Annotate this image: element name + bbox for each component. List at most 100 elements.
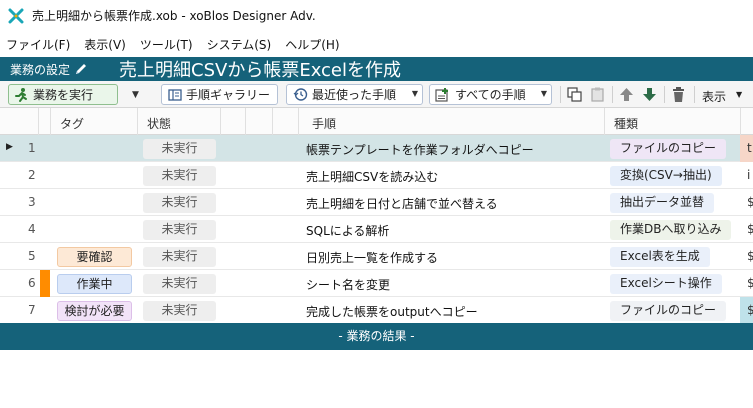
status-badge: 未実行 — [143, 301, 216, 321]
toolbar-divider — [694, 86, 695, 103]
row-number: 7 — [28, 303, 36, 317]
run-business-button[interactable]: 業務を実行 — [8, 84, 118, 105]
move-down-icon[interactable] — [641, 86, 658, 103]
tag-badge: 作業中 — [57, 274, 132, 294]
column-header-step[interactable]: 手順 — [312, 115, 336, 132]
menu-view[interactable]: 表示(V) — [77, 36, 133, 53]
steps-grid: タグ 状態 手順 種類 ▶ 1 未実行 帳票テンプレートを作業フォルダへコピー … — [0, 108, 753, 324]
table-row[interactable]: 6 作業中 未実行 シート名を変更 Excelシート操作 $ — [0, 270, 753, 297]
column-divider — [38, 108, 39, 135]
column-divider — [272, 108, 273, 135]
status-badge: 未実行 — [143, 166, 216, 186]
status-badge: 未実行 — [143, 220, 216, 240]
step-name: 売上明細CSVを読み込む — [306, 170, 439, 184]
menu-bar: ファイル(F) 表示(V) ツール(T) システム(S) ヘルプ(H) — [0, 33, 753, 55]
row-extra-cell: i — [747, 168, 751, 182]
run-business-label: 業務を実行 — [33, 88, 94, 102]
step-kind: 変換(CSV→抽出) — [610, 166, 722, 186]
step-name: 完成した帳票をoutputへコピー — [306, 305, 478, 319]
gallery-icon — [168, 88, 182, 101]
step-kind: 抽出データ並替 — [610, 193, 715, 213]
step-kind: ファイルのコピー — [610, 139, 727, 159]
running-person-icon — [15, 87, 27, 102]
table-row[interactable]: 5 要確認 未実行 日別売上一覧を作成する Excel表を生成 $ — [0, 243, 753, 270]
chevron-down-icon[interactable]: ▼ — [736, 90, 742, 99]
row-selector-icon: ▶ — [6, 142, 13, 152]
column-header-status[interactable]: 状態 — [147, 115, 171, 132]
row-number: 1 — [28, 141, 36, 155]
business-settings-button[interactable]: 業務の設定 — [10, 61, 89, 78]
business-settings-label: 業務の設定 — [10, 62, 71, 77]
menu-tools[interactable]: ツール(T) — [133, 36, 200, 53]
step-name: 帳票テンプレートを作業フォルダへコピー — [306, 143, 534, 157]
add-step-icon — [435, 87, 448, 102]
column-divider — [604, 108, 605, 135]
step-kind: ファイルのコピー — [610, 301, 727, 321]
row-extra-cell: $ — [747, 222, 753, 236]
app-logo-icon — [8, 8, 24, 23]
row-extra-cell: $ — [747, 249, 753, 263]
chevron-down-icon: ▼ — [411, 89, 418, 98]
copy-icon[interactable] — [566, 86, 583, 103]
step-gallery-button[interactable]: 手順ギャラリー — [161, 84, 278, 105]
title-bar: 売上明細から帳票作成.xob - xoBlos Designer Adv. — [0, 0, 753, 31]
status-badge: 未実行 — [143, 274, 216, 294]
table-row[interactable]: 2 未実行 売上明細CSVを読み込む 変換(CSV→抽出) i — [0, 162, 753, 189]
toolbar-divider — [612, 86, 613, 103]
grid-header: タグ 状態 手順 種類 — [0, 108, 753, 135]
row-extra-cell: $ — [747, 276, 753, 290]
column-divider — [298, 108, 299, 135]
step-kind: Excelシート操作 — [610, 274, 722, 294]
table-row[interactable]: 4 未実行 SQLによる解析 作業DBへ取り込み $ — [0, 216, 753, 243]
row-number: 5 — [28, 249, 36, 263]
step-name: SQLによる解析 — [306, 224, 390, 238]
table-row[interactable]: 3 未実行 売上明細を日付と店舗で並べ替える 抽出データ並替 $ — [0, 189, 753, 216]
delete-icon[interactable] — [670, 86, 687, 103]
step-kind: 作業DBへ取り込み — [610, 220, 732, 240]
pencil-icon — [76, 64, 87, 74]
column-divider — [137, 108, 138, 135]
row-extra-cell: $ — [747, 195, 753, 209]
move-up-icon[interactable] — [618, 86, 635, 103]
run-dropdown-arrow[interactable]: ▼ — [132, 90, 139, 100]
row-number: 3 — [28, 195, 36, 209]
table-row[interactable]: ▶ 1 未実行 帳票テンプレートを作業フォルダへコピー ファイルのコピー t — [0, 135, 753, 162]
row-number: 2 — [28, 168, 36, 182]
row-marker — [40, 270, 50, 297]
history-icon — [293, 88, 308, 101]
chevron-down-icon: ▼ — [540, 89, 547, 98]
status-badge: 未実行 — [143, 193, 216, 213]
column-divider — [50, 108, 51, 135]
row-extra-cell: $ — [740, 297, 753, 324]
table-row[interactable]: 7 検討が必要 未実行 完成した帳票をoutputへコピー ファイルのコピー $ — [0, 297, 753, 324]
column-header-kind[interactable]: 種類 — [614, 115, 638, 132]
column-header-tag[interactable]: タグ — [60, 115, 84, 132]
display-menu[interactable]: 表示 — [702, 88, 726, 105]
toolbar-divider — [664, 86, 665, 103]
menu-system[interactable]: システム(S) — [200, 36, 279, 53]
step-kind: Excel表を生成 — [610, 247, 710, 267]
menu-help[interactable]: ヘルプ(H) — [278, 36, 346, 53]
menu-file[interactable]: ファイル(F) — [0, 36, 77, 53]
paste-icon[interactable] — [589, 86, 606, 103]
row-number: 6 — [28, 276, 36, 290]
recent-steps-label: 最近使った手順 — [312, 88, 397, 102]
step-name: 売上明細を日付と店舗で並べ替える — [306, 197, 498, 211]
business-result-header[interactable]: - 業務の結果 - — [0, 323, 753, 350]
header-band: 業務の設定 売上明細CSVから帳票Excelを作成 — [0, 57, 753, 81]
recent-steps-dropdown[interactable]: 最近使った手順 ▼ — [286, 84, 423, 105]
step-gallery-label: 手順ギャラリー — [186, 88, 271, 102]
column-divider — [245, 108, 246, 135]
status-badge: 未実行 — [143, 139, 216, 159]
all-steps-dropdown[interactable]: すべての手順 ▼ — [429, 84, 552, 105]
page-title: 売上明細CSVから帳票Excelを作成 — [119, 60, 402, 81]
column-divider — [220, 108, 221, 135]
toolbar: 業務を実行 ▼ 手順ギャラリー 最近使った手順 ▼ すべての手順 ▼ 表示 ▼ — [0, 81, 753, 108]
step-name: シート名を変更 — [306, 278, 391, 292]
window-title: 売上明細から帳票作成.xob - xoBlos Designer Adv. — [32, 9, 316, 23]
row-extra-cell: t — [740, 135, 753, 162]
tag-badge: 要確認 — [57, 247, 132, 267]
status-badge: 未実行 — [143, 247, 216, 267]
toolbar-divider — [560, 86, 561, 103]
row-number: 4 — [28, 222, 36, 236]
